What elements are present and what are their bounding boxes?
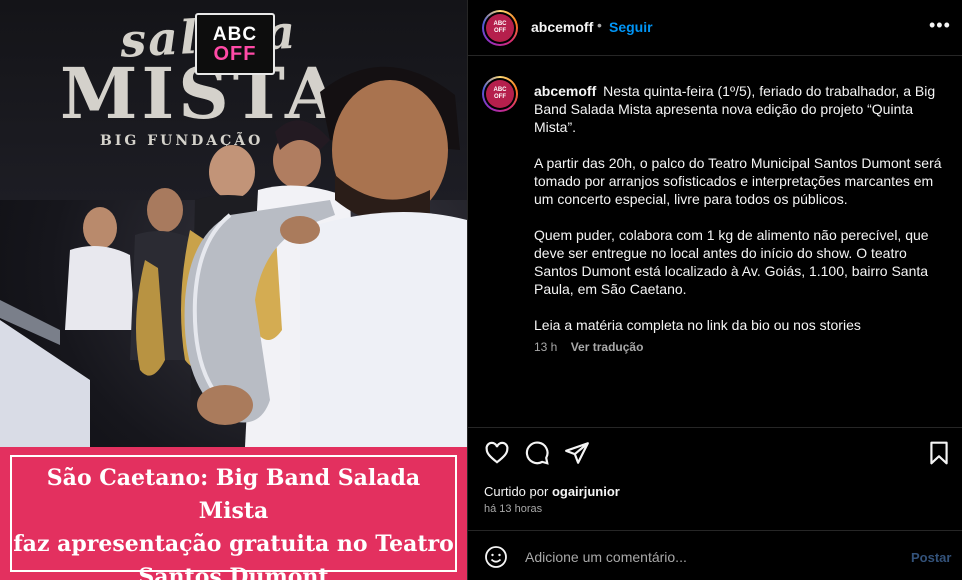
post-photo: salada MISTA BIG FUNDAÇÃO bbox=[0, 0, 467, 447]
headline-text: São Caetano: Big Band Salada Mista faz a… bbox=[10, 462, 457, 580]
share-icon[interactable] bbox=[564, 440, 590, 466]
headline-line-3: Santos Dumont bbox=[138, 564, 329, 580]
bookmark-icon[interactable] bbox=[926, 440, 952, 466]
separator-dot: • bbox=[597, 17, 602, 33]
post-header: ABC OFF abcemoff • Seguir ••• bbox=[468, 0, 962, 56]
liked-by-prefix: Curtido por bbox=[484, 484, 549, 499]
heart-icon[interactable] bbox=[484, 440, 510, 466]
caption-text: abcemoff Nesta quinta-feira (1º/5), feri… bbox=[534, 82, 944, 352]
avatar-text-2: OFF bbox=[494, 28, 506, 34]
headline-line-2: faz apresentação gratuita no Teatro bbox=[13, 531, 454, 557]
caption-paragraph-2: A partir das 20h, o palco do Teatro Muni… bbox=[534, 155, 942, 207]
action-bar bbox=[468, 427, 962, 478]
liked-by: Curtido por ogairjunior bbox=[484, 484, 620, 499]
caption-avatar-text-2: OFF bbox=[494, 94, 506, 100]
headline-line-1: São Caetano: Big Band Salada Mista bbox=[46, 465, 421, 524]
comment-icon[interactable] bbox=[524, 440, 550, 466]
post-sidebar: ABC OFF abcemoff • Seguir ••• ABC OFF ab… bbox=[467, 0, 962, 580]
caption-paragraph-4: Leia a matéria completa no link da bio o… bbox=[534, 317, 861, 333]
avatar-text-1: ABC bbox=[493, 21, 507, 27]
caption-username[interactable]: abcemoff bbox=[534, 83, 596, 99]
post-view: salada MISTA BIG FUNDAÇÃO bbox=[0, 0, 962, 580]
logo-line-2: OFF bbox=[213, 42, 257, 65]
caption-paragraph-3: Quem puder, colabora com 1 kg de aliment… bbox=[534, 227, 929, 297]
follow-button[interactable]: Seguir bbox=[609, 19, 653, 35]
caption-avatar[interactable]: ABC OFF bbox=[482, 76, 518, 112]
caption-paragraph-1: abcemoff Nesta quinta-feira (1º/5), feri… bbox=[534, 82, 944, 136]
add-comment-bar: Postar bbox=[468, 530, 962, 580]
post-time: há 13 horas bbox=[484, 503, 543, 515]
see-translation-link[interactable]: Ver tradução bbox=[571, 340, 644, 354]
caption-meta: 13 h Ver tradução bbox=[534, 340, 643, 354]
liked-by-user[interactable]: ogairjunior bbox=[552, 484, 620, 499]
avatar[interactable]: ABC OFF bbox=[482, 10, 518, 46]
caption-avatar-text-1: ABC bbox=[493, 87, 507, 93]
logo-line-1: ABC bbox=[212, 23, 258, 45]
post-comment-button[interactable]: Postar bbox=[911, 550, 951, 565]
caption-age: 13 h bbox=[534, 340, 558, 354]
abcoff-logo: ABC OFF bbox=[195, 13, 275, 75]
emoji-icon[interactable] bbox=[484, 545, 508, 569]
more-options-icon[interactable]: ••• bbox=[929, 15, 951, 36]
comment-input[interactable] bbox=[523, 546, 897, 568]
post-media[interactable]: salada MISTA BIG FUNDAÇÃO bbox=[0, 0, 467, 580]
header-username[interactable]: abcemoff bbox=[531, 19, 593, 35]
caption-comment: ABC OFF abcemoff Nesta quinta-feira (1º/… bbox=[468, 56, 962, 428]
